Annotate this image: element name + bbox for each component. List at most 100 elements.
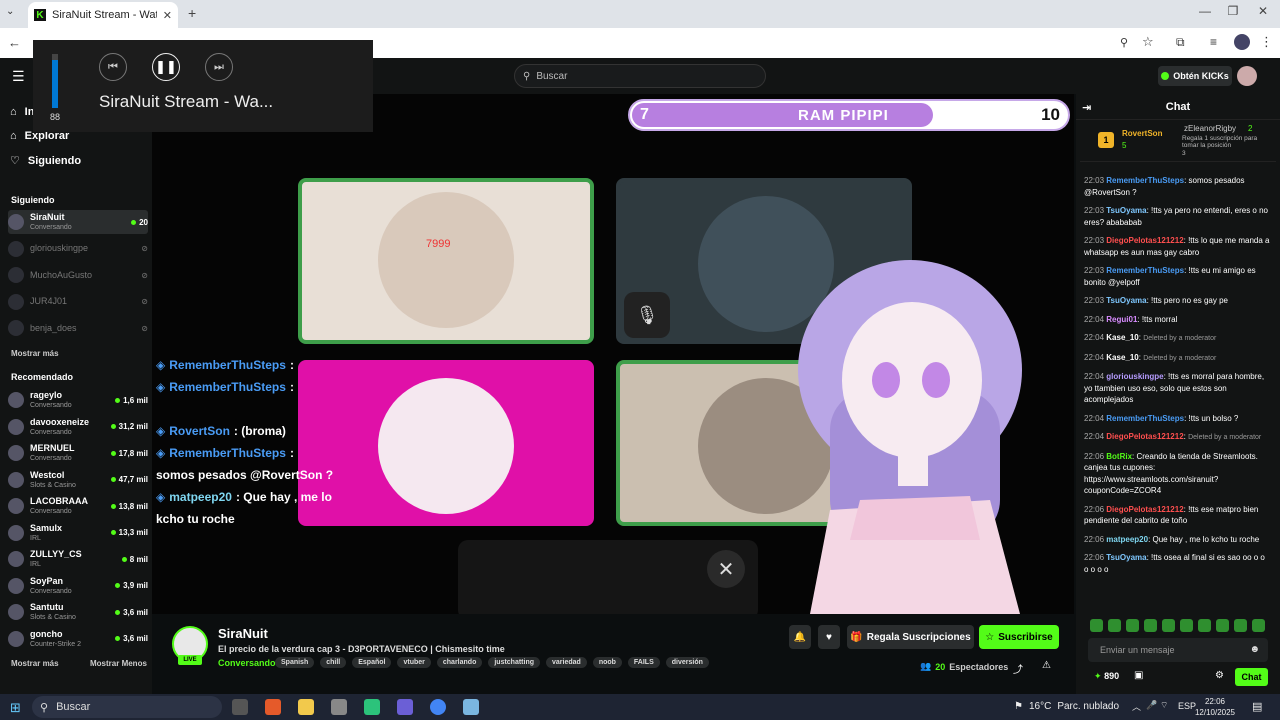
tag-chip[interactable]: diversión: [665, 657, 709, 668]
sidebar-channel[interactable]: Santutu Slots & Casino 3,6 mil: [8, 600, 148, 624]
windows-start-icon[interactable]: ⊞: [10, 700, 21, 716]
notification-icon[interactable]: ▤: [1252, 700, 1262, 713]
new-tab-button[interactable]: +: [188, 5, 196, 21]
emote-icon[interactable]: [1090, 619, 1103, 632]
emote-icon[interactable]: [1252, 619, 1265, 632]
app-icon[interactable]: [397, 699, 413, 715]
sidebar-channel[interactable]: gloriouskingpe ⊘: [8, 237, 148, 261]
channel-name[interactable]: SiraNuit: [218, 626, 268, 641]
chat-send-button[interactable]: Chat: [1235, 668, 1268, 686]
sidebar-channel[interactable]: MERNUEL Conversando 17,8 mil: [8, 441, 148, 465]
emote-icon[interactable]: [1108, 619, 1121, 632]
tag-chip[interactable]: chill: [320, 657, 347, 668]
message-username[interactable]: RememberThuSteps: [1106, 266, 1184, 275]
sidebar-channel[interactable]: davooxeneize Conversando 31,2 mil: [8, 415, 148, 439]
restore-button[interactable]: ❐: [1222, 4, 1244, 18]
message-username[interactable]: RememberThuSteps: [1106, 176, 1184, 185]
message-username[interactable]: TsuOyama: [1106, 553, 1146, 562]
hamburger-menu-icon[interactable]: ☰: [12, 68, 25, 85]
message-username[interactable]: DiegoPelotas121212: [1106, 432, 1183, 441]
chrome-icon[interactable]: [430, 699, 446, 715]
tag-chip[interactable]: justchatting: [488, 657, 541, 668]
sidebar-channel[interactable]: Samulx IRL 13,3 mil: [8, 521, 148, 545]
tab-close-icon[interactable]: ✕: [163, 9, 172, 22]
emote-icon[interactable]: [1180, 619, 1193, 632]
tag-chip[interactable]: Spanish: [275, 657, 315, 668]
message-username[interactable]: DiegoPelotas121212: [1106, 236, 1183, 245]
pause-icon[interactable]: ❚❚: [152, 53, 180, 81]
close-window-button[interactable]: ✕: [1252, 4, 1274, 18]
emote-icon[interactable]: [1234, 619, 1247, 632]
browser-tab[interactable]: K SiraNuit Stream - Watch Live o ✕: [28, 2, 178, 28]
nav-siguiendo[interactable]: ♡ Siguiendo: [10, 154, 81, 168]
message-username[interactable]: Kase_10: [1106, 333, 1138, 342]
emote-icon[interactable]: [1144, 619, 1157, 632]
show-less-link[interactable]: Mostrar Menos: [90, 659, 147, 668]
collapse-chat-icon[interactable]: ⇥: [1082, 101, 1091, 114]
search-input[interactable]: ⚲ Buscar: [514, 64, 766, 88]
message-username[interactable]: DiegoPelotas121212: [1106, 505, 1183, 514]
next-track-icon[interactable]: ⏭: [205, 53, 233, 81]
previous-track-icon[interactable]: ⏮: [99, 53, 127, 81]
message-username[interactable]: Regui01: [1106, 315, 1137, 324]
sidebar-channel[interactable]: SiraNuit Conversando 20: [8, 210, 148, 234]
clock[interactable]: 22:06 12/10/2025: [1192, 696, 1238, 718]
show-more-link[interactable]: Mostrar más: [11, 349, 59, 358]
file-explorer-icon[interactable]: [298, 699, 314, 715]
tag-chip[interactable]: charlando: [436, 657, 483, 668]
message-username[interactable]: RememberThuSteps: [1106, 414, 1184, 423]
tab-list-chevron-icon[interactable]: ⌄: [6, 6, 22, 22]
message-username[interactable]: gloriouskingpe: [1106, 372, 1163, 381]
user-avatar[interactable]: [1237, 66, 1257, 86]
tray-chevron-icon[interactable]: ︿: [1132, 700, 1141, 713]
report-icon[interactable]: ⚠: [1042, 660, 1051, 671]
tag-chip[interactable]: noob: [592, 657, 622, 668]
follow-heart-icon[interactable]: ♥: [818, 625, 840, 649]
gift-subs-button[interactable]: 🎁 Regala Suscripciones: [847, 625, 974, 649]
subscribe-button[interactable]: ☆ Suscribirse: [979, 625, 1059, 649]
show-more-link-2[interactable]: Mostrar más: [11, 659, 59, 668]
emote-icon[interactable]: [1198, 619, 1211, 632]
emote-icon[interactable]: [1162, 619, 1175, 632]
taskbar-search[interactable]: ⚲ Buscar: [32, 696, 222, 718]
get-kicks-button[interactable]: Obtén KICKs: [1158, 66, 1232, 86]
volume-slider[interactable]: [52, 54, 58, 108]
extensions-icon[interactable]: ⧉: [1176, 35, 1185, 50]
task-view-icon[interactable]: [232, 699, 248, 715]
sidebar-channel[interactable]: goncho Counter-Strike 2 3,6 mil: [8, 627, 148, 651]
close-icon[interactable]: ✕: [707, 550, 745, 588]
app-icon[interactable]: [463, 699, 479, 715]
emote-icon[interactable]: [1126, 619, 1139, 632]
emote-icon[interactable]: [1216, 619, 1229, 632]
app-icon[interactable]: [331, 699, 347, 715]
profile-avatar[interactable]: [1234, 34, 1250, 50]
tag-chip[interactable]: vtuber: [397, 657, 431, 668]
sidebar-channel[interactable]: MuchoAuGusto ⊘: [8, 263, 148, 287]
settings-gear-icon[interactable]: ⚙: [1215, 670, 1224, 681]
emoji-icon[interactable]: ☻: [1249, 644, 1260, 655]
message-username[interactable]: TsuOyama: [1106, 296, 1146, 305]
wifi-icon[interactable]: ⌔: [1160, 700, 1168, 711]
share-icon[interactable]: ⤴: [1013, 661, 1023, 676]
chat-input[interactable]: Enviar un mensaje ☻: [1088, 638, 1268, 662]
message-username[interactable]: BotRix: [1106, 452, 1132, 461]
sidebar-channel[interactable]: benja_does ⊘: [8, 316, 148, 340]
zoom-icon[interactable]: ⚲: [1120, 36, 1128, 49]
message-username[interactable]: Kase_10: [1106, 353, 1138, 362]
message-username[interactable]: matpeep20: [1106, 535, 1148, 544]
bookmark-star-icon[interactable]: ☆: [1142, 34, 1154, 50]
notification-bell-icon[interactable]: 🔔: [789, 625, 811, 649]
sidebar-channel[interactable]: SoyPan Conversando 3,9 mil: [8, 574, 148, 598]
tag-chip[interactable]: variedad: [546, 657, 587, 668]
back-arrow-icon[interactable]: ←: [8, 35, 21, 50]
rewards-icon[interactable]: ▣: [1134, 670, 1143, 681]
message-username[interactable]: TsuOyama: [1106, 206, 1146, 215]
app-icon[interactable]: [364, 699, 380, 715]
sidebar-channel[interactable]: LACOBRAAA Conversando 13,8 mil: [8, 494, 148, 518]
browser-menu-icon[interactable]: ⋮: [1260, 34, 1273, 50]
stream-category[interactable]: Conversando: [218, 658, 276, 668]
sidebar-channel[interactable]: Westcol Slots & Casino 47,7 mil: [8, 468, 148, 492]
reading-list-icon[interactable]: ≡: [1210, 35, 1217, 49]
weather-widget[interactable]: ⚑ 16°C Parc. nublado: [1014, 701, 1119, 712]
brave-browser-icon[interactable]: [265, 699, 281, 715]
